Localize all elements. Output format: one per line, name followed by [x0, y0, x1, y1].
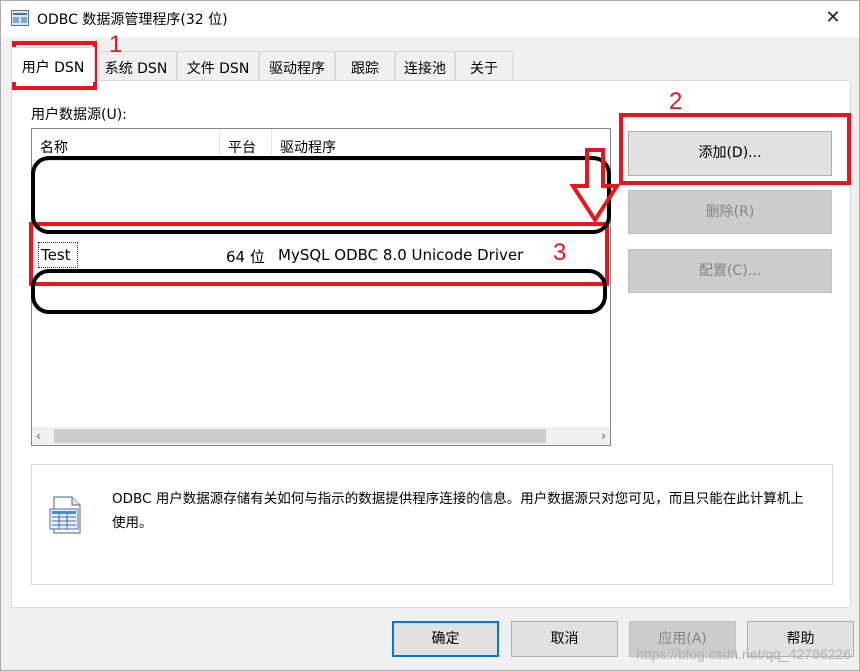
odbc-app-icon	[11, 10, 29, 26]
tab-system-dsn[interactable]: 系统 DSN	[95, 51, 177, 81]
configure-button[interactable]: 配置(C)...	[628, 249, 832, 293]
annotation-number-1: 1	[109, 31, 123, 58]
data-source-info-icon	[49, 496, 81, 534]
odbc-dialog-window: ODBC 数据源管理程序(32 位) ✕ 用户 DSN 系统 DSN 文件 DS…	[0, 0, 860, 671]
annotation-number-3: 3	[553, 239, 567, 266]
tab-connection-pooling[interactable]: 连接池	[395, 51, 455, 81]
tab-drivers[interactable]: 驱动程序	[259, 51, 335, 81]
title-bar: ODBC 数据源管理程序(32 位) ✕	[1, 1, 859, 37]
annotation-number-2: 2	[669, 88, 683, 115]
tab-user-dsn[interactable]: 用户 DSN	[11, 47, 95, 82]
tab-about[interactable]: 关于	[455, 51, 513, 81]
info-box: ODBC 用户数据源存储有关如何与指示的数据提供程序连接的信息。用户数据源只对您…	[31, 464, 833, 585]
scroll-right-icon[interactable]: ›	[592, 427, 606, 445]
remove-button[interactable]: 删除(R)	[628, 190, 832, 234]
tab-file-dsn[interactable]: 文件 DSN	[177, 51, 259, 81]
window-title: ODBC 数据源管理程序(32 位)	[37, 12, 228, 28]
annotation-oval-top	[31, 156, 611, 234]
scroll-left-icon[interactable]: ‹	[36, 427, 50, 445]
ok-button[interactable]: 确定	[392, 621, 499, 657]
info-description: ODBC 用户数据源存储有关如何与指示的数据提供程序连接的信息。用户数据源只对您…	[112, 491, 804, 531]
annotation-box-2	[619, 113, 851, 185]
close-icon: ✕	[825, 7, 841, 28]
tab-tracing[interactable]: 跟踪	[335, 51, 395, 81]
scrollbar-thumb[interactable]	[54, 429, 546, 443]
close-button[interactable]: ✕	[821, 7, 845, 31]
watermark: https://blog.csdn.net/qq_42786226	[636, 646, 851, 662]
arrow-down-icon	[569, 148, 621, 224]
horizontal-scrollbar[interactable]: ‹ ›	[32, 427, 610, 445]
cancel-button[interactable]: 取消	[511, 621, 618, 657]
annotation-oval-bottom	[31, 269, 607, 314]
user-data-sources-label: 用户数据源(U):	[31, 107, 127, 123]
